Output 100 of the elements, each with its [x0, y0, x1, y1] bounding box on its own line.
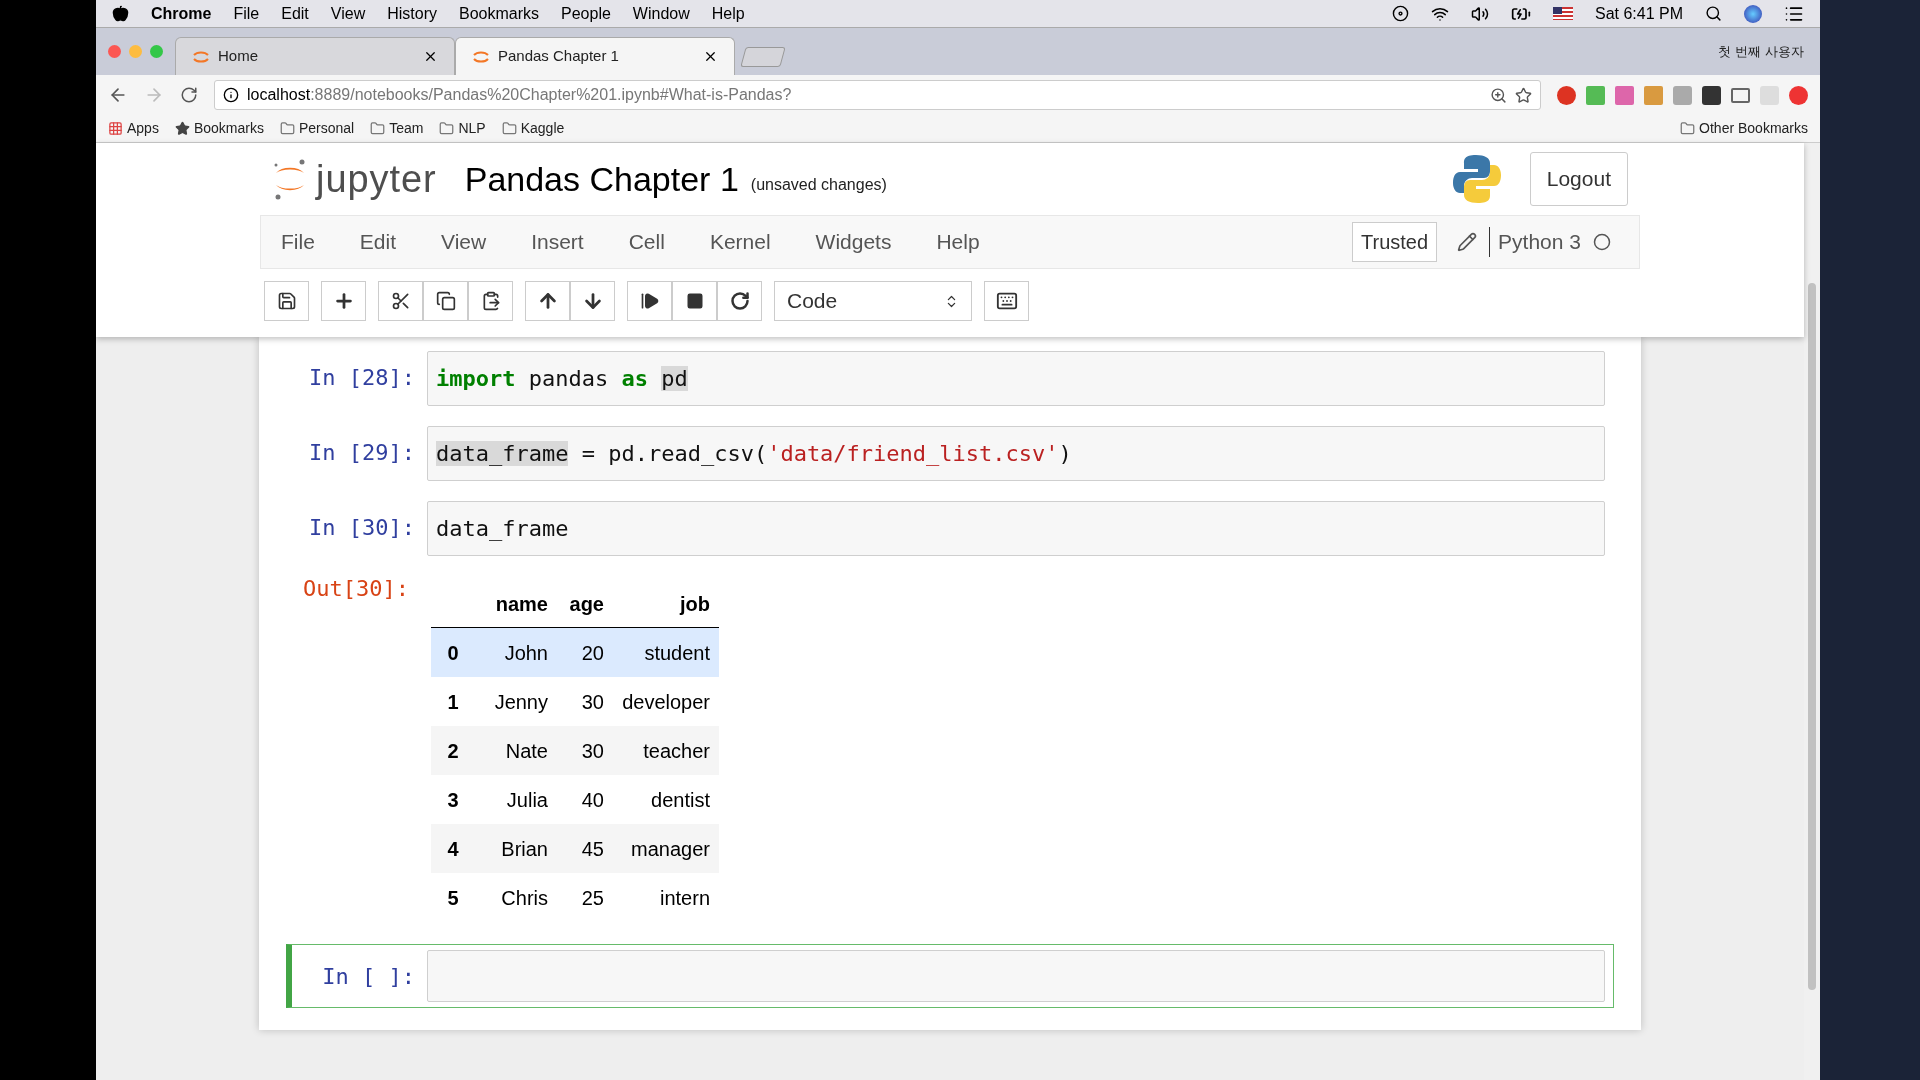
- step-forward-icon: [639, 291, 660, 311]
- menu-item[interactable]: People: [561, 1, 611, 26]
- code-cell[interactable]: In [ ]:: [286, 944, 1614, 1008]
- folder-icon: [501, 121, 517, 136]
- volume-icon[interactable]: [1470, 4, 1489, 23]
- notebook-menu-item[interactable]: Edit: [359, 226, 397, 258]
- table-cell-text: dentist: [650, 787, 711, 813]
- edit-mode-icon: [1457, 232, 1478, 252]
- logout-button[interactable]: Logout: [1529, 152, 1628, 206]
- menu-item[interactable]: Bookmarks: [459, 1, 539, 26]
- record-icon[interactable]: [1391, 5, 1409, 22]
- address-field[interactable]: localhost:8889/notebooks/Pandas%20Chapter%201.ipynb#What-is-Pandas?: [214, 80, 1541, 110]
- notebook-menu-item[interactable]: Kernel: [709, 226, 771, 258]
- table-cell-text: intern: [658, 885, 711, 911]
- copy-icon: [435, 291, 456, 311]
- close-tab-icon[interactable]: [703, 49, 718, 64]
- code-text: data_frame = pd.read_csv('data/friend_list.csv'): [436, 441, 1072, 466]
- notebook-menu-item[interactable]: Insert: [531, 226, 584, 258]
- jupyter-logo-text[interactable]: jupyter: [316, 150, 437, 208]
- adblock-extension-icon[interactable]: [1557, 85, 1576, 105]
- menu-item[interactable]: File: [233, 1, 260, 26]
- notebook-menu-item[interactable]: Widgets: [815, 226, 892, 258]
- bookmark-star-icon[interactable]: [1515, 86, 1532, 104]
- code-cell[interactable]: In [30]: data_frame: [286, 495, 1614, 562]
- move-up-button[interactable]: [525, 281, 570, 321]
- row-index: 1: [446, 689, 460, 715]
- menu-item[interactable]: History: [387, 1, 437, 26]
- move-down-button[interactable]: [570, 281, 615, 321]
- table-cell-text: Jenny: [493, 689, 549, 715]
- input-prompt: In [28]:: [308, 364, 416, 392]
- copy-button[interactable]: [423, 281, 468, 321]
- insert-cell-button[interactable]: [321, 281, 366, 321]
- bookmark-item[interactable]: Bookmarks: [174, 118, 264, 139]
- notebook-menu-item[interactable]: Cell: [628, 226, 665, 258]
- restart-button[interactable]: [717, 281, 762, 321]
- zoom-icon[interactable]: [1490, 86, 1507, 104]
- code-cell[interactable]: In [29]: data_frame = pd.read_csv('data/friend_list.csv'): [286, 420, 1614, 487]
- reload-icon[interactable]: [180, 86, 198, 104]
- browser-tab[interactable]: Home: [175, 37, 455, 75]
- flag-icon[interactable]: [1552, 7, 1573, 20]
- bookmark-item[interactable]: NLP: [439, 118, 486, 139]
- bookmark-item[interactable]: Kaggle: [501, 118, 565, 139]
- code-input[interactable]: [427, 950, 1605, 1002]
- extension-icon[interactable]: [1702, 85, 1721, 105]
- save-button[interactable]: [264, 281, 309, 321]
- apple-icon[interactable]: [112, 5, 129, 22]
- table-cell-text: Julia: [505, 787, 549, 813]
- apps-grid-icon: [108, 121, 123, 136]
- table-cell-text: manager: [630, 836, 711, 862]
- code-input[interactable]: data_frame: [427, 501, 1605, 556]
- notebook-menu-item[interactable]: Help: [936, 226, 980, 258]
- table-cell-text: 30: [580, 689, 605, 715]
- tab-title: Pandas Chapter 1: [498, 46, 620, 67]
- code-input[interactable]: data_frame = pd.read_csv('data/friend_list.csv'): [427, 426, 1605, 481]
- cast-icon[interactable]: [1731, 87, 1750, 103]
- table-cell-text: developer: [621, 689, 711, 715]
- profile-name[interactable]: 첫 번째 사용자: [1717, 41, 1804, 62]
- other-bookmarks[interactable]: Other Bookmarks: [1680, 118, 1808, 139]
- code-text: import pandas as pd: [436, 366, 688, 391]
- row-index: 4: [446, 836, 460, 862]
- search-icon[interactable]: [1705, 5, 1722, 22]
- save-status: (unsaved changes): [750, 175, 887, 195]
- close-tab-icon[interactable]: [423, 49, 438, 64]
- paste-button[interactable]: [468, 281, 513, 321]
- clock[interactable]: Sat 6:41 PM: [1594, 1, 1683, 26]
- notebook-menu-item[interactable]: View: [441, 226, 487, 258]
- table-cell-text: Brian: [500, 836, 549, 862]
- folder-icon: [1680, 121, 1696, 136]
- input-prompt: In [30]:: [308, 514, 416, 542]
- menu-item[interactable]: View: [330, 1, 366, 26]
- notebook-title[interactable]: Pandas Chapter 1: [464, 153, 739, 205]
- bookmark-item[interactable]: Team: [370, 118, 424, 139]
- run-button[interactable]: [627, 281, 672, 321]
- browser-tab[interactable]: Pandas Chapter 1: [455, 37, 735, 75]
- table-cell-text: 25: [580, 885, 605, 911]
- menu-item[interactable]: Chrome: [151, 1, 212, 26]
- table-cell-text: 20: [580, 640, 605, 666]
- folder-icon: [370, 121, 386, 136]
- row-index: 5: [446, 885, 460, 911]
- column-header: job: [678, 591, 711, 617]
- code-text: data_frame: [436, 516, 569, 541]
- stop-icon: [685, 292, 704, 310]
- menu-item[interactable]: Help: [711, 1, 745, 26]
- assistant-icon[interactable]: [1744, 4, 1762, 23]
- cut-button[interactable]: [378, 281, 423, 321]
- cell-type-select[interactable]: Code: [774, 281, 972, 321]
- menu-item[interactable]: Window: [632, 1, 690, 26]
- keyboard-icon: [995, 290, 1018, 312]
- stop-button[interactable]: [672, 281, 717, 321]
- trusted-badge[interactable]: Trusted: [1352, 222, 1438, 262]
- menu-item[interactable]: Edit: [281, 1, 309, 26]
- row-index: 2: [446, 738, 460, 764]
- notebook-menu-item[interactable]: File: [281, 226, 315, 258]
- bookmark-item[interactable]: Personal: [279, 118, 355, 139]
- code-input[interactable]: import pandas as pd: [427, 351, 1605, 406]
- keyboard-shortcuts-button[interactable]: [984, 281, 1029, 321]
- code-cell[interactable]: In [28]: import pandas as pd: [286, 345, 1614, 412]
- kernel-name[interactable]: Python 3: [1498, 226, 1581, 258]
- bookmark-item[interactable]: Apps: [108, 118, 159, 139]
- table-cell-text: student: [643, 640, 711, 666]
